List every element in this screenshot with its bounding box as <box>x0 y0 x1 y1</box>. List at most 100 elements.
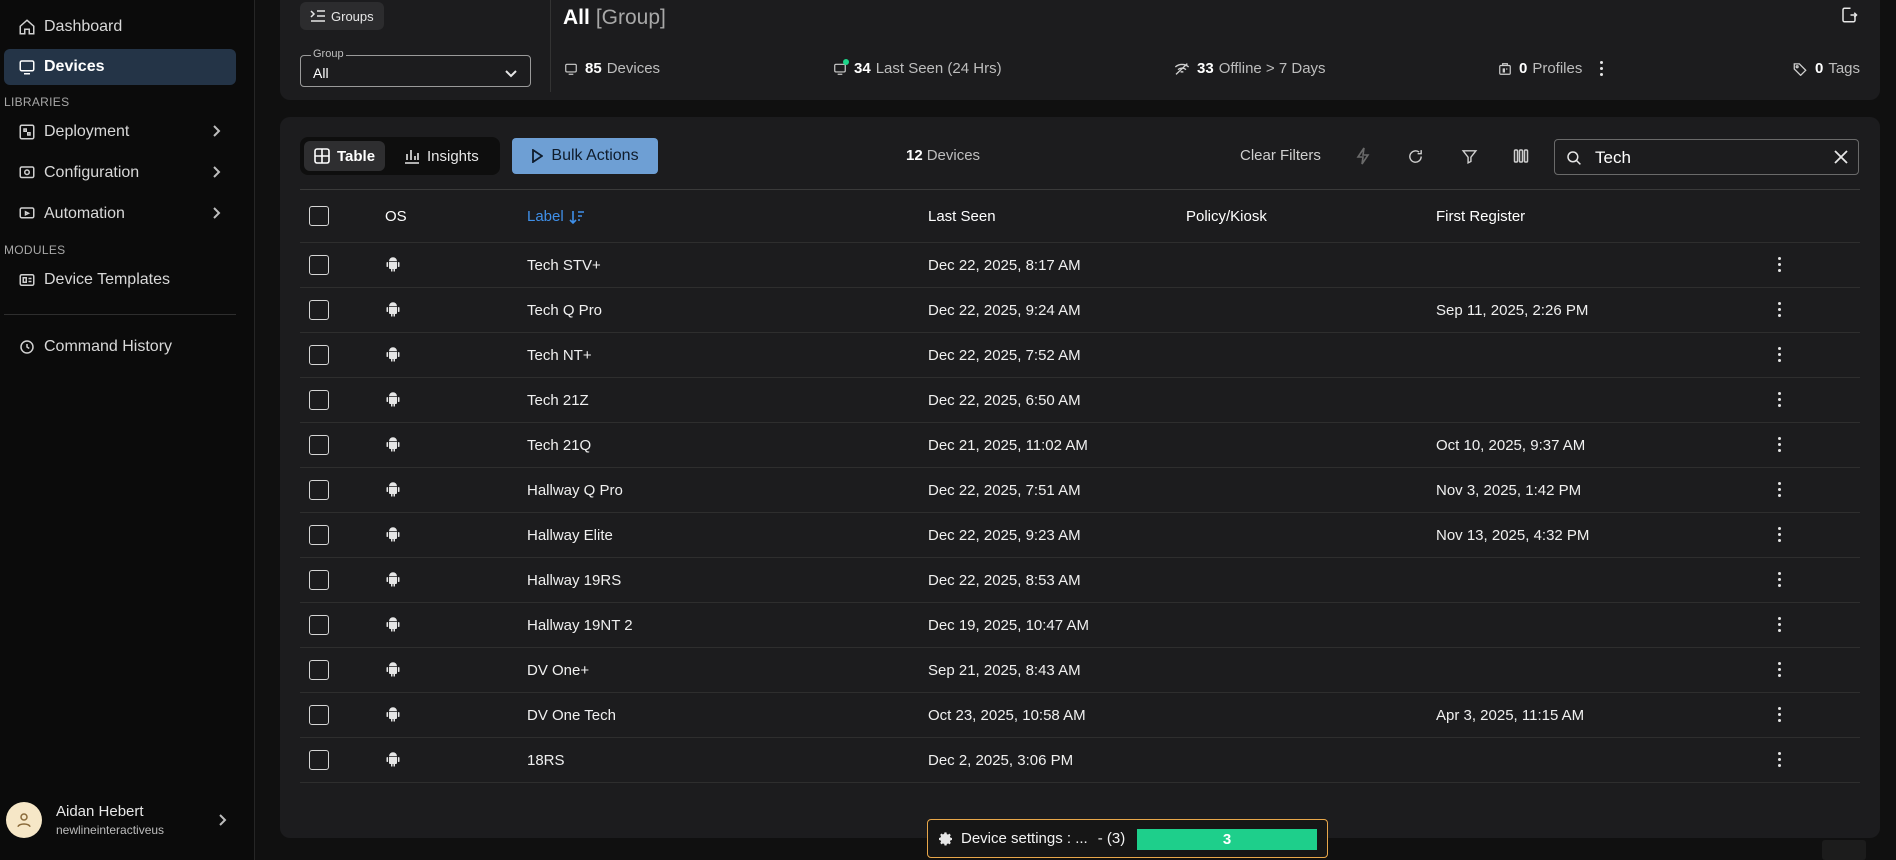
cell-label[interactable]: Tech NT+ <box>527 347 592 364</box>
more-options-icon[interactable] <box>1778 707 1781 722</box>
table-row[interactable]: Tech STV+ Dec 22, 2025, 8:17 AM <box>300 243 1860 288</box>
devices-table-panel: Table Insights Bulk Actions 12 Devices Cl… <box>280 117 1880 838</box>
stat-last-seen[interactable]: 34 Last Seen (24 Hrs) <box>833 58 1002 77</box>
cell-label[interactable]: Tech STV+ <box>527 257 601 274</box>
sidebar-item-command-history[interactable]: Command History <box>4 329 236 365</box>
template-icon <box>16 269 38 291</box>
sidebar-item-device-templates[interactable]: Device Templates <box>4 262 236 298</box>
app-root: Dashboard Devices LIBRARIES Deployment C… <box>0 0 1896 860</box>
cell-label[interactable]: DV One+ <box>527 662 589 679</box>
groups-toggle-icon <box>310 10 325 22</box>
tab-table[interactable]: Table <box>304 141 386 171</box>
row-checkbox[interactable] <box>309 390 329 410</box>
more-options-icon[interactable] <box>1778 302 1781 317</box>
table-row[interactable]: Hallway Q Pro Dec 22, 2025, 7:51 AM Nov 3,… <box>300 468 1860 513</box>
more-options-icon[interactable] <box>1778 617 1781 632</box>
row-checkbox[interactable] <box>309 300 329 320</box>
tab-insights[interactable]: Insights <box>394 141 489 171</box>
more-options-icon[interactable] <box>1778 392 1781 407</box>
export-icon[interactable] <box>1840 6 1858 29</box>
sidebar-item-devices[interactable]: Devices <box>4 49 236 85</box>
columns-icon[interactable] <box>1510 145 1532 167</box>
column-header-label-text: Label <box>527 208 564 225</box>
user-menu[interactable]: Aidan Hebert newlineinteractiveus <box>6 800 236 840</box>
filter-icon[interactable] <box>1458 145 1480 167</box>
cell-label[interactable]: 18RS <box>527 752 565 769</box>
row-checkbox[interactable] <box>309 615 329 635</box>
cell-last-seen: Dec 22, 2025, 9:24 AM <box>928 302 1081 319</box>
table-row[interactable]: DV One Tech Oct 23, 2025, 10:58 AM Apr 3, … <box>300 693 1860 738</box>
cell-label[interactable]: Tech Q Pro <box>527 302 602 319</box>
sidebar: Dashboard Devices LIBRARIES Deployment C… <box>0 0 255 860</box>
refresh-icon[interactable] <box>1404 145 1426 167</box>
row-checkbox[interactable] <box>309 435 329 455</box>
group-select-label: Group <box>311 48 346 60</box>
cell-label[interactable]: Tech 21Z <box>527 392 589 409</box>
cell-label[interactable]: DV One Tech <box>527 707 616 724</box>
row-checkbox[interactable] <box>309 480 329 500</box>
table-row[interactable]: Tech NT+ Dec 22, 2025, 7:52 AM <box>300 333 1860 378</box>
table-row[interactable]: DV One+ Sep 21, 2025, 8:43 AM <box>300 648 1860 693</box>
stat-devices[interactable]: 85 Devices <box>564 60 660 77</box>
group-select[interactable]: Group All <box>300 48 531 87</box>
sidebar-item-automation[interactable]: Automation <box>4 196 236 232</box>
clear-filters-button[interactable]: Clear Filters <box>1240 147 1321 164</box>
select-all-checkbox[interactable] <box>309 206 329 226</box>
sidebar-item-dashboard[interactable]: Dashboard <box>4 9 236 45</box>
bulk-actions-button[interactable]: Bulk Actions <box>512 138 658 174</box>
table-row[interactable]: Hallway 19NT 2 Dec 19, 2025, 10:47 AM <box>300 603 1860 648</box>
table-row[interactable]: 18RS Dec 2, 2025, 3:06 PM <box>300 738 1860 783</box>
more-options-icon[interactable] <box>1778 257 1781 272</box>
column-header-policy[interactable]: Policy/Kiosk <box>1186 208 1267 225</box>
more-options-icon[interactable] <box>1778 437 1781 452</box>
more-options-icon[interactable] <box>1778 347 1781 362</box>
cell-label[interactable]: Tech 21Q <box>527 437 591 454</box>
android-icon <box>386 301 400 322</box>
close-icon[interactable] <box>1834 150 1848 169</box>
column-header-label[interactable]: Label <box>527 208 585 225</box>
android-icon <box>386 391 400 412</box>
column-header-first-register[interactable]: First Register <box>1436 208 1525 225</box>
more-options-icon[interactable] <box>1778 527 1781 542</box>
row-checkbox[interactable] <box>309 345 329 365</box>
row-checkbox[interactable] <box>309 750 329 770</box>
profiles-more-icon[interactable] <box>1600 61 1604 76</box>
row-checkbox[interactable] <box>309 660 329 680</box>
row-checkbox[interactable] <box>309 705 329 725</box>
more-options-icon[interactable] <box>1778 662 1781 677</box>
table-icon <box>314 148 330 164</box>
row-checkbox[interactable] <box>309 570 329 590</box>
lightning-icon[interactable] <box>1352 145 1374 167</box>
row-checkbox[interactable] <box>309 525 329 545</box>
stat-profiles[interactable]: 0 Profiles <box>1498 60 1604 77</box>
stat-offline-count: 33 <box>1197 60 1214 77</box>
bulk-action-progress-toast[interactable]: Device settings : ... - (3) 3 <box>927 819 1328 858</box>
table-row[interactable]: Tech Q Pro Dec 22, 2025, 9:24 AM Sep 11, 2… <box>300 288 1860 333</box>
cell-label[interactable]: Hallway Elite <box>527 527 613 544</box>
search-input[interactable] <box>1595 146 1825 170</box>
configuration-icon <box>16 162 38 184</box>
groups-button[interactable]: Groups <box>300 2 384 30</box>
table-row[interactable]: Tech 21Q Dec 21, 2025, 11:02 AM Oct 10, 20… <box>300 423 1860 468</box>
more-options-icon[interactable] <box>1778 752 1781 767</box>
stat-offline[interactable]: 33 Offline > 7 Days <box>1174 60 1326 77</box>
cell-last-seen: Oct 23, 2025, 10:58 AM <box>928 707 1086 724</box>
stat-tags[interactable]: 0 Tags <box>1792 60 1860 77</box>
more-options-icon[interactable] <box>1778 572 1781 587</box>
bulk-actions-label: Bulk Actions <box>551 147 639 164</box>
row-checkbox[interactable] <box>309 255 329 275</box>
cell-label[interactable]: Hallway 19RS <box>527 572 621 589</box>
table-row[interactable]: Hallway Elite Dec 22, 2025, 9:23 AM Nov 13… <box>300 513 1860 558</box>
column-header-last-seen[interactable]: Last Seen <box>928 208 996 225</box>
column-header-os[interactable]: OS <box>385 208 407 225</box>
page-title-main: All <box>563 6 590 29</box>
more-options-icon[interactable] <box>1778 482 1781 497</box>
sidebar-item-deployment[interactable]: Deployment <box>4 114 236 150</box>
table-row[interactable]: Tech 21Z Dec 22, 2025, 6:50 AM <box>300 378 1860 423</box>
cell-label[interactable]: Hallway 19NT 2 <box>527 617 633 634</box>
cell-first-register: Oct 10, 2025, 9:37 AM <box>1436 437 1586 454</box>
cell-label[interactable]: Hallway Q Pro <box>527 482 623 499</box>
table-row[interactable]: Hallway 19RS Dec 22, 2025, 8:53 AM <box>300 558 1860 603</box>
sidebar-item-configuration[interactable]: Configuration <box>4 155 236 191</box>
sidebar-item-label: Devices <box>44 58 105 75</box>
